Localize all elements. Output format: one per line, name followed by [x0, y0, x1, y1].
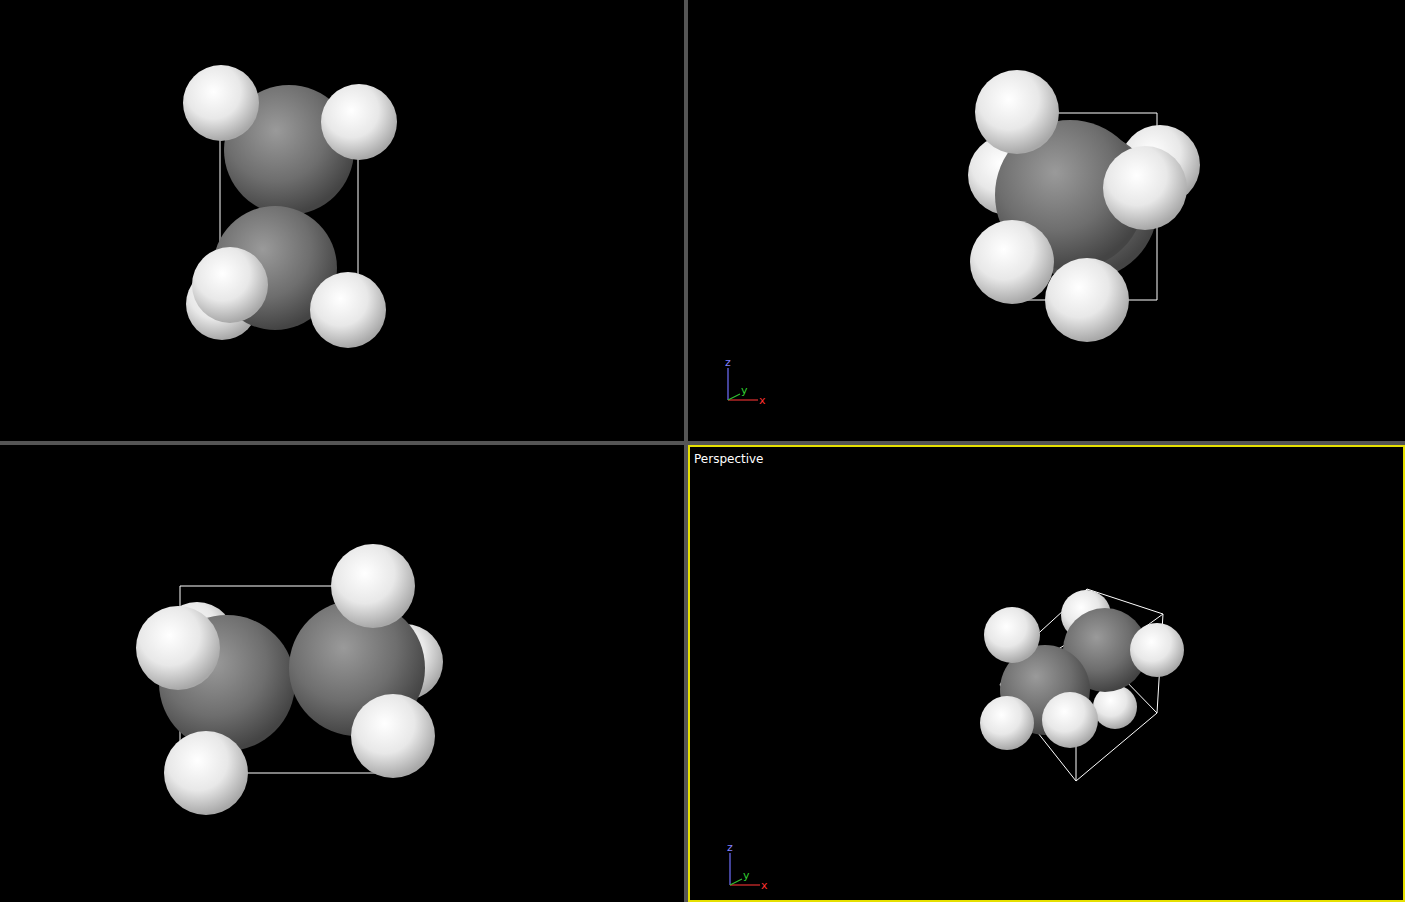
viewport-grid: zxyzxyPerspective [0, 0, 1405, 902]
hydrogen-atom[interactable] [975, 70, 1059, 154]
hydrogen-atom[interactable] [183, 65, 259, 141]
viewport-label: Perspective [692, 451, 766, 467]
axis-indicator: z xy [725, 356, 766, 407]
hydrogen-atom[interactable] [1103, 146, 1187, 230]
hydrogen-atom[interactable] [1042, 692, 1098, 748]
hydrogen-atom[interactable] [970, 220, 1054, 304]
molecule-view[interactable]: z xy [688, 445, 1405, 902]
x-axis-label: x [759, 394, 766, 407]
y-axis-label: y [741, 384, 748, 397]
hydrogen-atom[interactable] [192, 247, 268, 323]
viewport[interactable]: z xy Perspective [688, 445, 1405, 902]
viewport[interactable] [0, 0, 684, 441]
viewport[interactable]: z xy [688, 0, 1405, 441]
hydrogen-atom[interactable] [164, 731, 248, 815]
hydrogen-atom[interactable] [331, 544, 415, 628]
viewport[interactable] [0, 445, 684, 902]
axis-indicator: z xy [727, 841, 768, 892]
hydrogen-atom[interactable] [1045, 258, 1129, 342]
molecule-view[interactable]: z xy [688, 0, 1405, 441]
hydrogen-atom[interactable] [136, 606, 220, 690]
molecule-view[interactable] [0, 445, 684, 902]
hydrogen-atom[interactable] [1130, 623, 1184, 677]
hydrogen-atom[interactable] [980, 696, 1034, 750]
z-axis-label: z [725, 356, 731, 369]
hydrogen-atom[interactable] [351, 694, 435, 778]
hydrogen-atom[interactable] [310, 272, 386, 348]
hydrogen-atom[interactable] [984, 607, 1040, 663]
x-axis-label: x [761, 879, 768, 892]
molecule-view[interactable] [0, 0, 684, 441]
y-axis-label: y [743, 869, 750, 882]
z-axis-label: z [727, 841, 733, 854]
hydrogen-atom[interactable] [321, 84, 397, 160]
